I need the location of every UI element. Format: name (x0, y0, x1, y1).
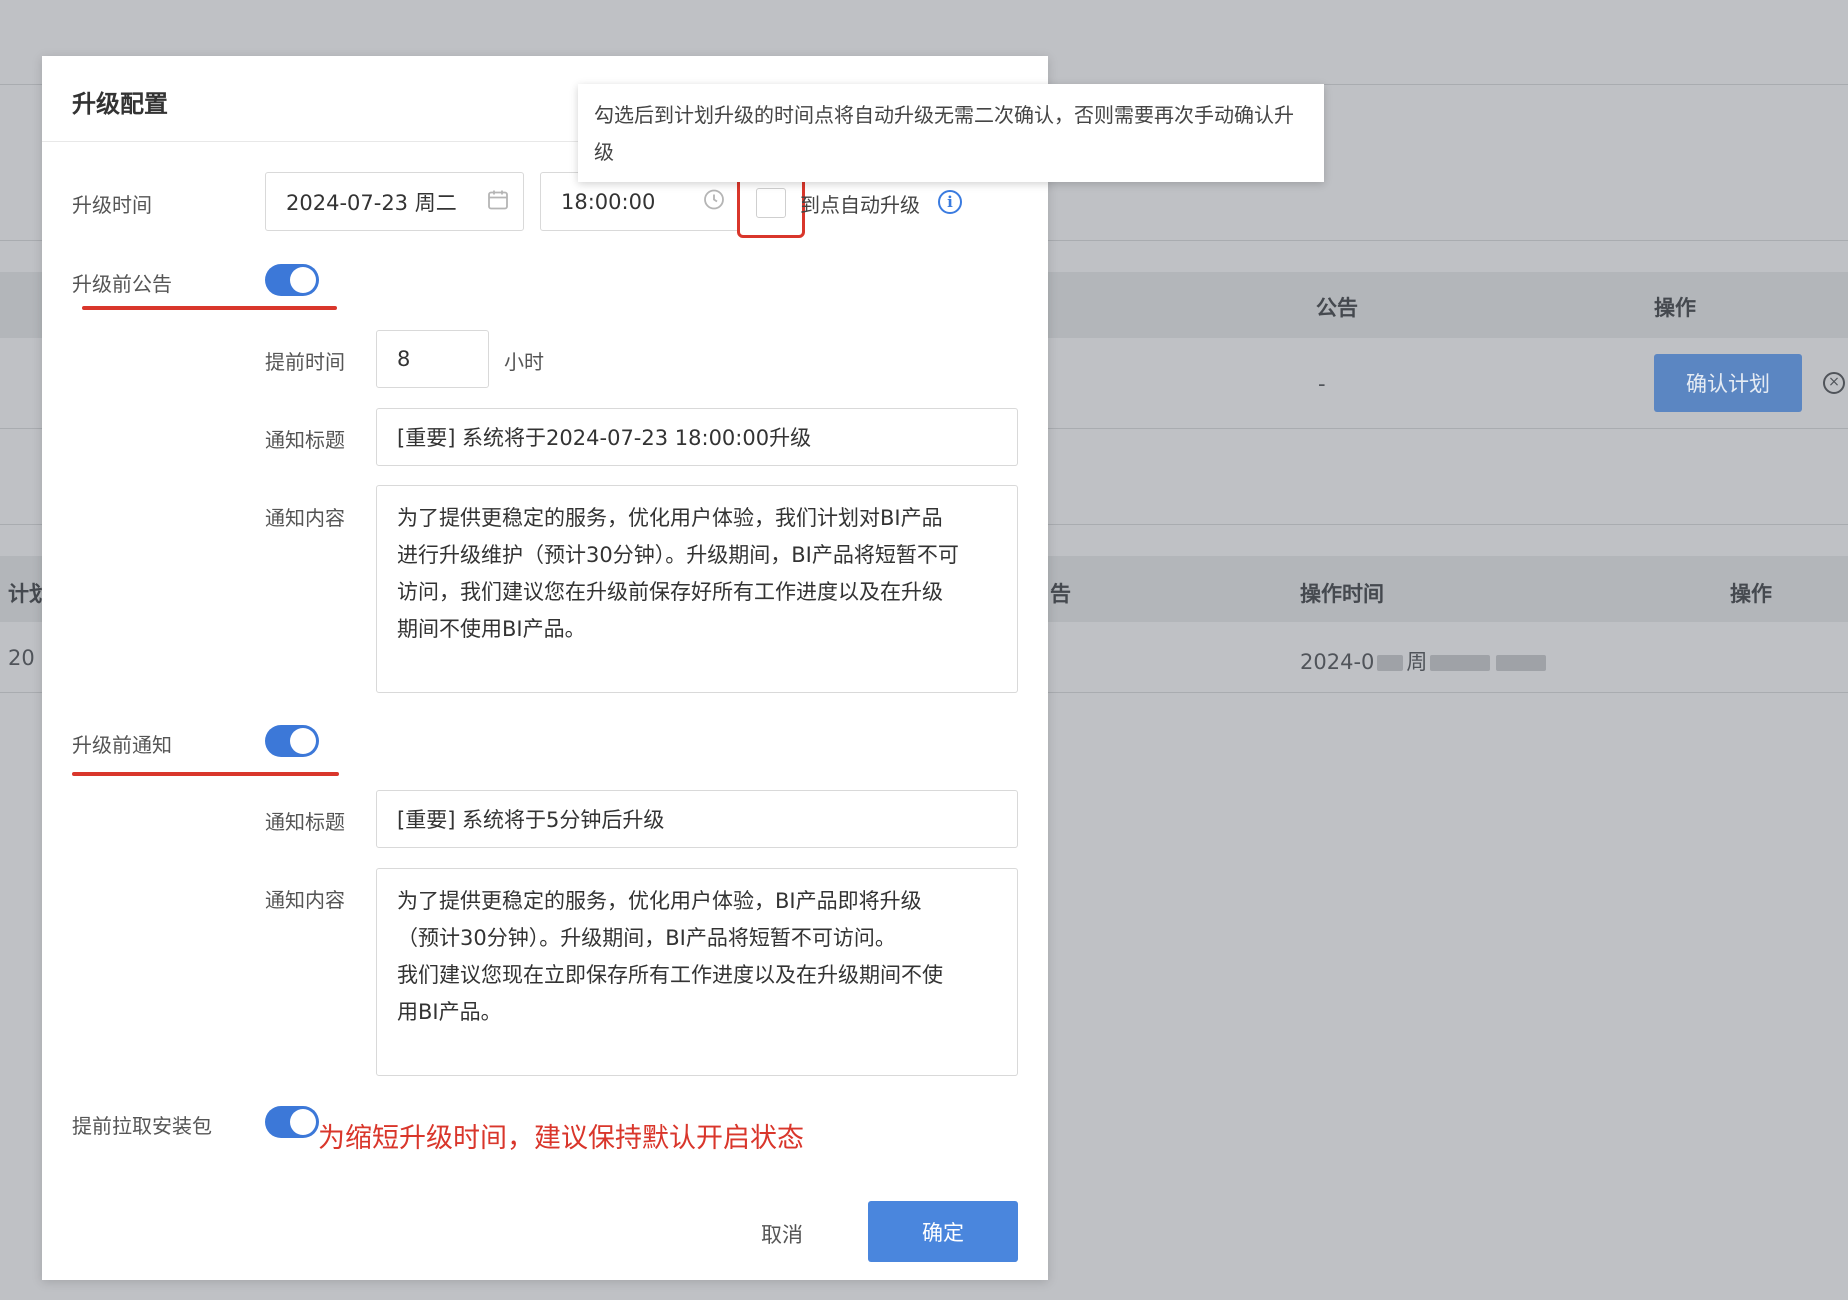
bg-cell-plan-fragment: 20 (8, 646, 35, 670)
announcement-title-value: [重要] 系统将于2024-07-23 18:00:00升级 (397, 426, 812, 450)
advance-time-unit: 小时 (504, 350, 544, 374)
advance-time-input[interactable]: 8 (376, 330, 489, 388)
announcement-title-input[interactable]: [重要] 系统将于2024-07-23 18:00:00升级 (376, 408, 1018, 466)
upgrade-date-picker[interactable]: 2024-07-23 周二 (265, 172, 524, 231)
bg-cell-op-time: 2024-0 周 (1300, 646, 1549, 676)
bg-op-time-weekday: 周 (1406, 650, 1428, 674)
redacted-block (1496, 655, 1547, 671)
notification-title-value: [重要] 系统将于5分钟后升级 (397, 808, 665, 832)
toggle-knob (290, 267, 316, 293)
auto-upgrade-tooltip: 勾选后到计划升级的时间点将自动升级无需二次确认，否则需要再次手动确认升级 (578, 84, 1324, 182)
calendar-icon (487, 188, 509, 215)
advance-time-value: 8 (397, 347, 411, 371)
redacted-block (1430, 655, 1491, 671)
announcement-content-textarea[interactable]: 为了提供更稳定的服务，优化用户体验，我们计划对BI产品 进行升级维护（预计30分… (376, 485, 1018, 693)
bg-header-announcement: 公告 (1316, 296, 1358, 320)
notification-underline-annotation (72, 772, 339, 776)
upgrade-config-dialog: 升级配置 升级时间 2024-07-23 周二 18:00:00 到点自动升级 … (42, 56, 1048, 1280)
bg-header-action: 操作 (1654, 296, 1696, 320)
bg-cell-announcement: - (1318, 372, 1326, 396)
redacted-block (1377, 655, 1404, 671)
clock-icon (703, 188, 725, 215)
announcement-content-label: 通知内容 (265, 506, 345, 530)
upgrade-time-label: 升级时间 (72, 193, 152, 217)
prefetch-label: 提前拉取安装包 (72, 1114, 212, 1138)
close-circle-icon[interactable]: × (1823, 372, 1845, 394)
upgrade-date-value: 2024-07-23 周二 (286, 190, 457, 215)
bg-header-announcement-fragment: 告 (1050, 582, 1071, 606)
prefetch-annotation: 为缩短升级时间，建议保持默认开启状态 (318, 1123, 804, 1154)
info-icon[interactable]: i (938, 190, 962, 214)
notification-toggle[interactable] (265, 725, 319, 757)
dialog-title: 升级配置 (72, 90, 168, 118)
bg-header-op-time: 操作时间 (1300, 582, 1384, 606)
toggle-knob (290, 1109, 316, 1135)
bg-op-time-prefix: 2024-0 (1300, 650, 1375, 674)
announcement-toggle[interactable] (265, 264, 319, 296)
confirm-plan-button[interactable]: 确认计划 (1654, 354, 1802, 412)
ok-button[interactable]: 确定 (868, 1201, 1018, 1262)
advance-time-label: 提前时间 (265, 350, 345, 374)
announcement-underline-annotation (82, 306, 337, 310)
notification-content-label: 通知内容 (265, 888, 345, 912)
upgrade-time-value: 18:00:00 (561, 189, 656, 214)
prefetch-toggle[interactable] (265, 1106, 319, 1138)
toggle-knob (290, 728, 316, 754)
cancel-button[interactable]: 取消 (761, 1219, 803, 1249)
auto-upgrade-label: 到点自动升级 (800, 193, 920, 217)
notification-title-label: 通知标题 (265, 810, 345, 834)
bg-header-op: 操作 (1730, 582, 1772, 606)
notification-content-textarea[interactable]: 为了提供更稳定的服务，优化用户体验，BI产品即将升级 （预计30分钟）。升级期间… (376, 868, 1018, 1076)
announcement-title-label: 通知标题 (265, 428, 345, 452)
notification-title-input[interactable]: [重要] 系统将于5分钟后升级 (376, 790, 1018, 848)
announcement-label: 升级前公告 (72, 272, 172, 296)
notification-label: 升级前通知 (72, 733, 172, 757)
